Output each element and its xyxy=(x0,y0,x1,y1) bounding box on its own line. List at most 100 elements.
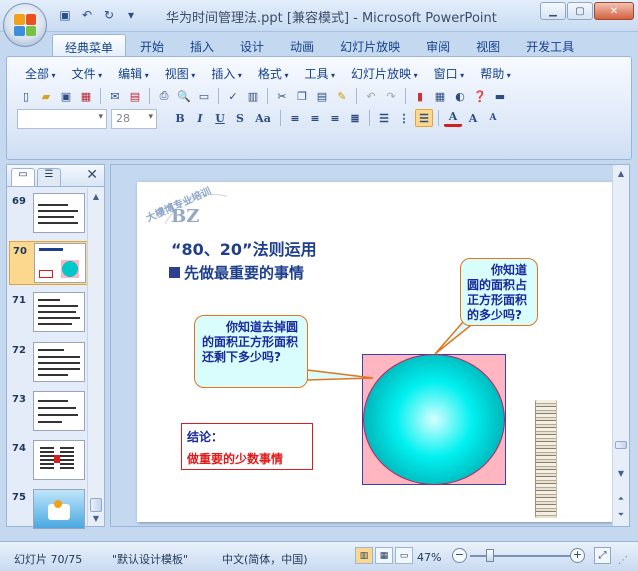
align-center-icon[interactable]: ≡ xyxy=(306,109,324,127)
paste-icon[interactable]: ▤ xyxy=(313,87,331,105)
publish-pdf-icon[interactable]: ▤ xyxy=(126,87,144,105)
scroll-up-icon[interactable]: ▲ xyxy=(613,165,629,181)
slide-canvas[interactable]: 大樓博专业培训 BZ “80、20”法则运用 先做最重要的事情 你知道去掉圆的面… xyxy=(137,182,617,522)
outline-tab[interactable]: ☰ xyxy=(37,168,61,186)
redo-icon[interactable]: ↷ xyxy=(382,87,400,105)
scroll-down-icon[interactable]: ▼ xyxy=(88,510,104,526)
send-icon[interactable]: ✉ xyxy=(106,87,124,105)
zoom-slider-knob[interactable] xyxy=(486,549,494,562)
italic-icon[interactable]: I xyxy=(191,109,209,127)
slide-sorter-icon[interactable]: ▦ xyxy=(375,547,393,564)
slides-tab[interactable]: ▭ xyxy=(11,168,35,186)
permission-icon[interactable]: ▦ xyxy=(77,87,95,105)
previous-slide-icon[interactable]: ⏶ xyxy=(613,491,629,507)
scroll-down-icon[interactable]: ▼ xyxy=(613,465,629,481)
copy-icon[interactable]: ❐ xyxy=(293,87,311,105)
scroll-up-icon[interactable]: ▲ xyxy=(88,188,104,204)
save-icon[interactable]: ▣ xyxy=(56,6,74,24)
tab-review[interactable]: 审阅 xyxy=(414,34,462,56)
menu-format[interactable]: 格式 xyxy=(250,63,297,84)
shrink-font-icon[interactable]: A xyxy=(484,109,502,127)
page-setup-icon[interactable]: ▭ xyxy=(195,87,213,105)
bullets-icon[interactable]: ☰ xyxy=(415,109,433,127)
align-right-icon[interactable]: ≡ xyxy=(326,109,344,127)
next-slide-icon[interactable]: ⏷ xyxy=(613,507,629,523)
format-painter-icon[interactable]: ✎ xyxy=(333,87,351,105)
font-color-icon[interactable]: A xyxy=(444,109,462,127)
slide-thumbnail[interactable]: 69 xyxy=(9,192,91,236)
zoom-out-icon[interactable]: − xyxy=(452,548,467,563)
slideshow-icon[interactable]: ▭ xyxy=(395,547,413,564)
tab-home[interactable]: 开始 xyxy=(128,34,176,56)
numbering-icon[interactable]: ⋮ xyxy=(395,109,413,127)
menu-window[interactable]: 窗口 xyxy=(426,63,473,84)
normal-view-icon[interactable]: ▥ xyxy=(355,547,373,564)
table-icon[interactable]: ▦ xyxy=(431,87,449,105)
font-size-select[interactable]: 28 xyxy=(111,109,157,129)
language-indicator[interactable]: 中文(简体，中国) xyxy=(222,551,308,567)
change-case-icon[interactable]: Aa xyxy=(251,109,275,127)
menu-view[interactable]: 视图 xyxy=(157,63,204,84)
redo-icon[interactable]: ↻ xyxy=(100,6,118,24)
slide-thumbnail-selected[interactable]: 70 xyxy=(9,241,91,285)
menu-all[interactable]: 全部 xyxy=(17,63,64,84)
tab-design[interactable]: 设计 xyxy=(228,34,276,56)
tab-view[interactable]: 视图 xyxy=(464,34,512,56)
slide-thumbnail[interactable]: 71 xyxy=(9,291,91,335)
slide-thumbnail[interactable]: 74 xyxy=(9,439,91,483)
editor-scrollbar[interactable]: ▲ ▼ ⏶ ⏷ xyxy=(612,165,629,526)
menu-insert[interactable]: 插入 xyxy=(203,63,250,84)
scrollbar-thumb[interactable] xyxy=(615,441,627,449)
slide-editor[interactable]: 大樓博专业培训 BZ “80、20”法则运用 先做最重要的事情 你知道去掉圆的面… xyxy=(110,164,630,527)
grayscale-icon[interactable]: ◐ xyxy=(451,87,469,105)
menu-help[interactable]: 帮助 xyxy=(472,63,519,84)
minimize-icon[interactable]: ▁ xyxy=(540,2,566,20)
print-preview-icon[interactable]: 🔍 xyxy=(175,87,193,105)
color-icon[interactable]: ▬ xyxy=(491,87,509,105)
chart-icon[interactable]: ▮ xyxy=(411,87,429,105)
menu-edit[interactable]: 编辑 xyxy=(110,63,157,84)
resize-grip-icon[interactable]: ⋰ xyxy=(618,555,628,566)
tab-slideshow[interactable]: 幻灯片放映 xyxy=(328,34,412,56)
zoom-in-icon[interactable]: + xyxy=(570,548,585,563)
strikethrough-icon[interactable]: S xyxy=(231,109,249,127)
tab-classic-menu[interactable]: 经典菜单 xyxy=(52,34,127,56)
spelling-icon[interactable]: ✓ xyxy=(224,87,242,105)
zoom-level[interactable]: 47% xyxy=(417,551,441,564)
fit-to-window-icon[interactable]: ⤢ xyxy=(594,547,611,564)
ribbon-tabs: 经典菜单 开始 插入 设计 动画 幻灯片放映 审阅 视图 开发工具 xyxy=(52,34,586,56)
menu-slideshow[interactable]: 幻灯片放映 xyxy=(343,63,426,84)
bold-icon[interactable]: B xyxy=(171,109,189,127)
slides-scrollbar[interactable]: ▲ ▼ xyxy=(87,188,104,526)
save-icon[interactable]: ▣ xyxy=(57,87,75,105)
menu-file[interactable]: 文件 xyxy=(64,63,111,84)
line-spacing-icon[interactable]: ☰ xyxy=(375,109,393,127)
slide-title: “80、20”法则运用 xyxy=(171,240,317,259)
print-icon[interactable]: ⎙ xyxy=(155,87,173,105)
close-icon[interactable]: ✕ xyxy=(594,2,634,20)
close-panel-icon[interactable]: ✕ xyxy=(86,167,98,183)
menu-tools[interactable]: 工具 xyxy=(296,63,343,84)
grow-font-icon[interactable]: A xyxy=(464,109,482,127)
underline-icon[interactable]: U xyxy=(211,109,229,127)
slide-thumbnail[interactable]: 73 xyxy=(9,390,91,434)
customize-icon[interactable]: ▾ xyxy=(122,6,140,24)
align-left-icon[interactable]: ≡ xyxy=(286,109,304,127)
slide-thumbnail[interactable]: 72 xyxy=(9,341,91,385)
slide-thumbnail[interactable]: 75 xyxy=(9,488,91,532)
cut-icon[interactable]: ✂ xyxy=(273,87,291,105)
help-icon[interactable]: ❓ xyxy=(471,87,489,105)
justify-icon[interactable]: ≣ xyxy=(346,109,364,127)
font-name-select[interactable] xyxy=(17,109,107,129)
office-button[interactable] xyxy=(3,3,47,47)
undo-icon[interactable]: ↶ xyxy=(362,87,380,105)
zoom-slider[interactable] xyxy=(470,555,570,557)
undo-icon[interactable]: ↶ xyxy=(78,6,96,24)
tab-insert[interactable]: 插入 xyxy=(178,34,226,56)
new-icon[interactable]: ▯ xyxy=(17,87,35,105)
tab-developer[interactable]: 开发工具 xyxy=(514,34,586,56)
open-icon[interactable]: ▰ xyxy=(37,87,55,105)
maximize-icon[interactable]: ▢ xyxy=(567,2,593,20)
tab-animation[interactable]: 动画 xyxy=(278,34,326,56)
research-icon[interactable]: ▥ xyxy=(244,87,262,105)
